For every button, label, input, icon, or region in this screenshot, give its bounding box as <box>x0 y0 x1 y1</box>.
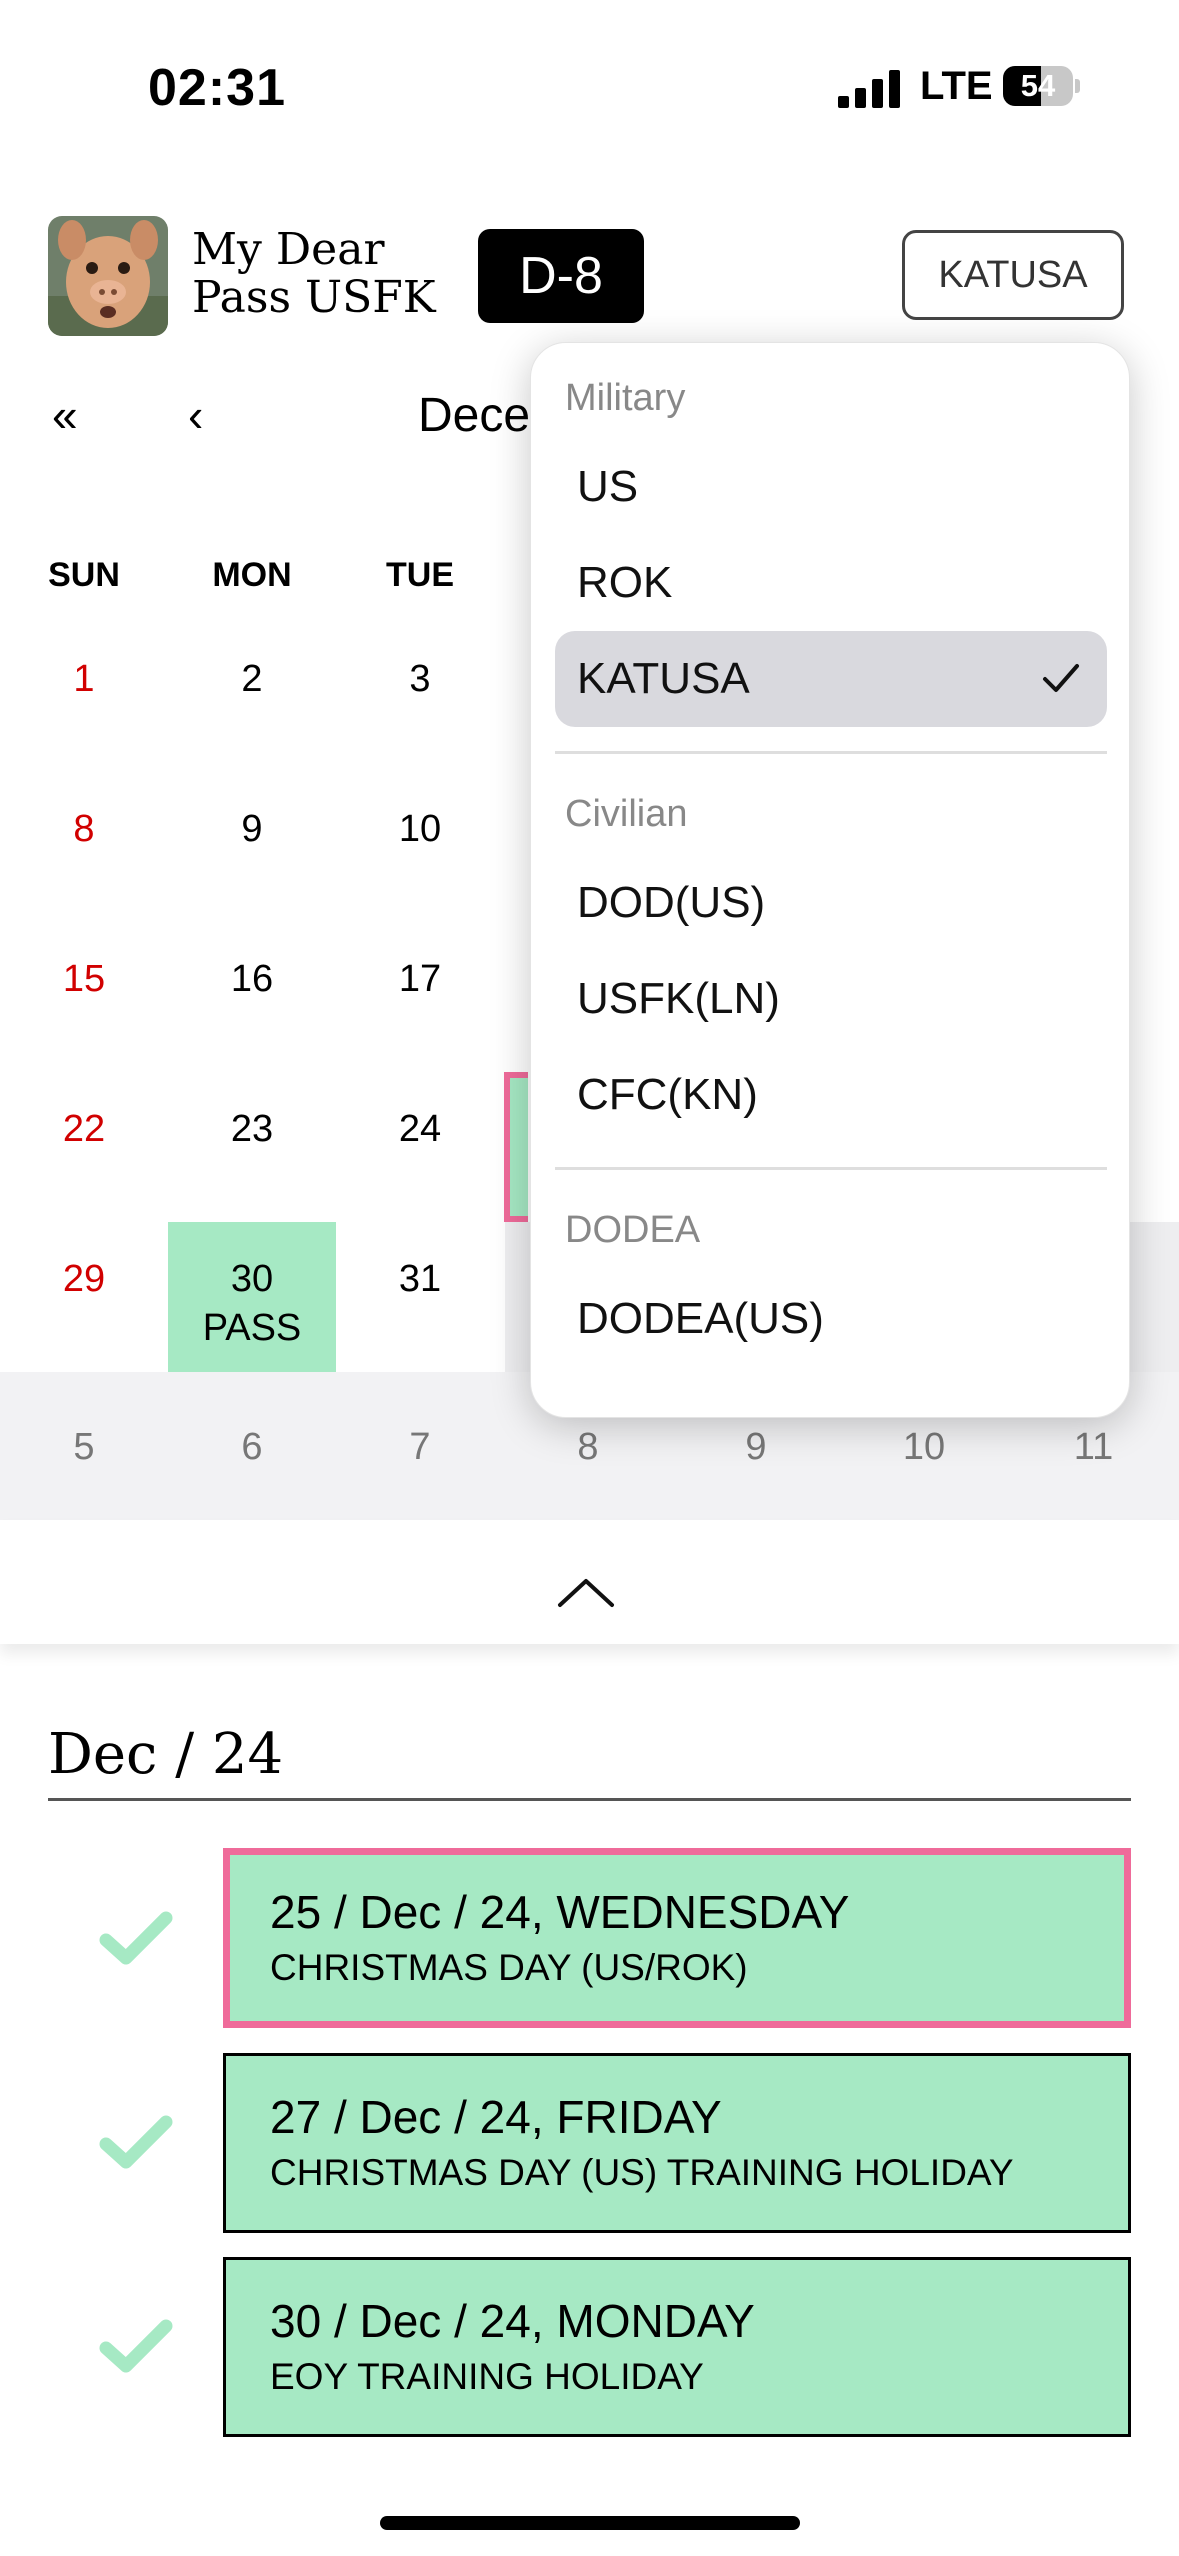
category-select-button[interactable]: KATUSA <box>902 230 1124 320</box>
checkmark-icon[interactable] <box>98 1908 174 1968</box>
dropdown-item-dod-us[interactable]: DOD(US) <box>555 855 1107 951</box>
event-card[interactable]: 27 / Dec / 24, FRIDAY CHRISTMAS DAY (US)… <box>223 2053 1131 2233</box>
checkmark-icon <box>1043 664 1079 692</box>
event-date: 27 / Dec / 24, FRIDAY <box>270 2091 722 2143</box>
event-title: EOY TRAINING HOLIDAY <box>270 2356 704 2397</box>
dropdown-group-dodea: DODEA <box>565 1209 701 1251</box>
calendar-day[interactable]: 24 <box>336 1054 504 1204</box>
month-label: Dece <box>418 389 531 442</box>
checkmark-icon[interactable] <box>98 2316 174 2376</box>
category-dropdown-menu: Military US ROK KATUSA Civilian DOD(US) … <box>530 342 1130 1418</box>
calendar-day[interactable]: 29 <box>0 1204 168 1354</box>
app-title-line2: Pass USFK <box>192 272 436 323</box>
battery-icon: 54 <box>1003 66 1080 106</box>
calendar-day[interactable]: 1 <box>0 604 168 754</box>
dday-badge[interactable]: D-8 <box>478 229 644 323</box>
dropdown-group-civilian: Civilian <box>565 793 688 835</box>
event-title: CHRISTMAS DAY (US) TRAINING HOLIDAY <box>270 2152 1014 2193</box>
calendar-day[interactable]: 15 <box>0 904 168 1054</box>
dropdown-item-usfk-ln[interactable]: USFK(LN) <box>555 951 1107 1047</box>
event-date: 30 / Dec / 24, MONDAY <box>270 2295 755 2347</box>
event-title: CHRISTMAS DAY (US/ROK) <box>270 1947 748 1988</box>
prev-month-button[interactable]: ‹ <box>188 388 203 442</box>
calendar-day[interactable]: 22 <box>0 1054 168 1204</box>
calendar-day[interactable]: 10 <box>336 754 504 904</box>
dropdown-divider <box>555 1167 1107 1170</box>
dropdown-item-dodea-us[interactable]: DODEA(US) <box>555 1271 1107 1367</box>
dropdown-item-rok[interactable]: ROK <box>555 535 1107 631</box>
dropdown-item-katusa[interactable]: KATUSA <box>555 631 1107 727</box>
calendar-day[interactable]: 16 <box>168 904 336 1054</box>
pass-day-number: 30 <box>230 1258 274 1300</box>
calendar-day[interactable]: 8 <box>0 754 168 904</box>
weekday-mon: MON <box>212 556 292 594</box>
dropdown-group-military: Military <box>565 377 686 419</box>
app-avatar <box>48 216 168 336</box>
event-date: 25 / Dec / 24, WEDNESDAY <box>270 1886 850 1938</box>
calendar-day[interactable]: 9 <box>168 754 336 904</box>
calendar-day[interactable]: 3 <box>336 604 504 754</box>
list-month-title: Dec / 24 <box>48 1722 284 1787</box>
dropdown-divider <box>555 751 1107 754</box>
app-title: My Dear Pass USFK <box>192 226 436 322</box>
calendar-day-next[interactable]: 5 <box>0 1372 168 1522</box>
calendar-day-next[interactable]: 6 <box>168 1372 336 1522</box>
event-card[interactable]: 25 / Dec / 24, WEDNESDAY CHRISTMAS DAY (… <box>223 1848 1131 2028</box>
event-card[interactable]: 30 / Dec / 24, MONDAY EOY TRAINING HOLID… <box>223 2257 1131 2437</box>
weekday-sun: SUN <box>48 556 120 594</box>
calendar-day[interactable]: 23 <box>168 1054 336 1204</box>
network-type: LTE <box>920 64 993 108</box>
calendar-day[interactable]: 17 <box>336 904 504 1054</box>
status-time: 02:31 <box>148 59 286 117</box>
calendar-day-pass[interactable]: 30 PASS <box>168 1222 336 1372</box>
pass-label: PASS <box>202 1307 302 1349</box>
chevron-up-icon[interactable] <box>556 1575 616 1609</box>
cellular-signal-icon <box>838 68 900 108</box>
calendar-day-next[interactable]: 7 <box>336 1372 504 1522</box>
dropdown-item-us[interactable]: US <box>555 439 1107 535</box>
calendar-day[interactable]: 2 <box>168 604 336 754</box>
calendar-day[interactable]: 31 <box>336 1204 504 1354</box>
home-indicator[interactable] <box>380 2516 800 2530</box>
list-divider <box>48 1798 1131 1801</box>
today-highlight[interactable] <box>504 1072 528 1222</box>
app-title-line1: My Dear <box>192 224 385 275</box>
checkmark-icon[interactable] <box>98 2112 174 2172</box>
battery-percentage: 54 <box>1020 68 1056 103</box>
dropdown-item-cfc-kn[interactable]: CFC(KN) <box>555 1047 1107 1143</box>
prev-year-button[interactable]: « <box>52 388 78 442</box>
weekday-tue: TUE <box>386 556 454 594</box>
dropdown-item-katusa-label: KATUSA <box>577 654 750 703</box>
